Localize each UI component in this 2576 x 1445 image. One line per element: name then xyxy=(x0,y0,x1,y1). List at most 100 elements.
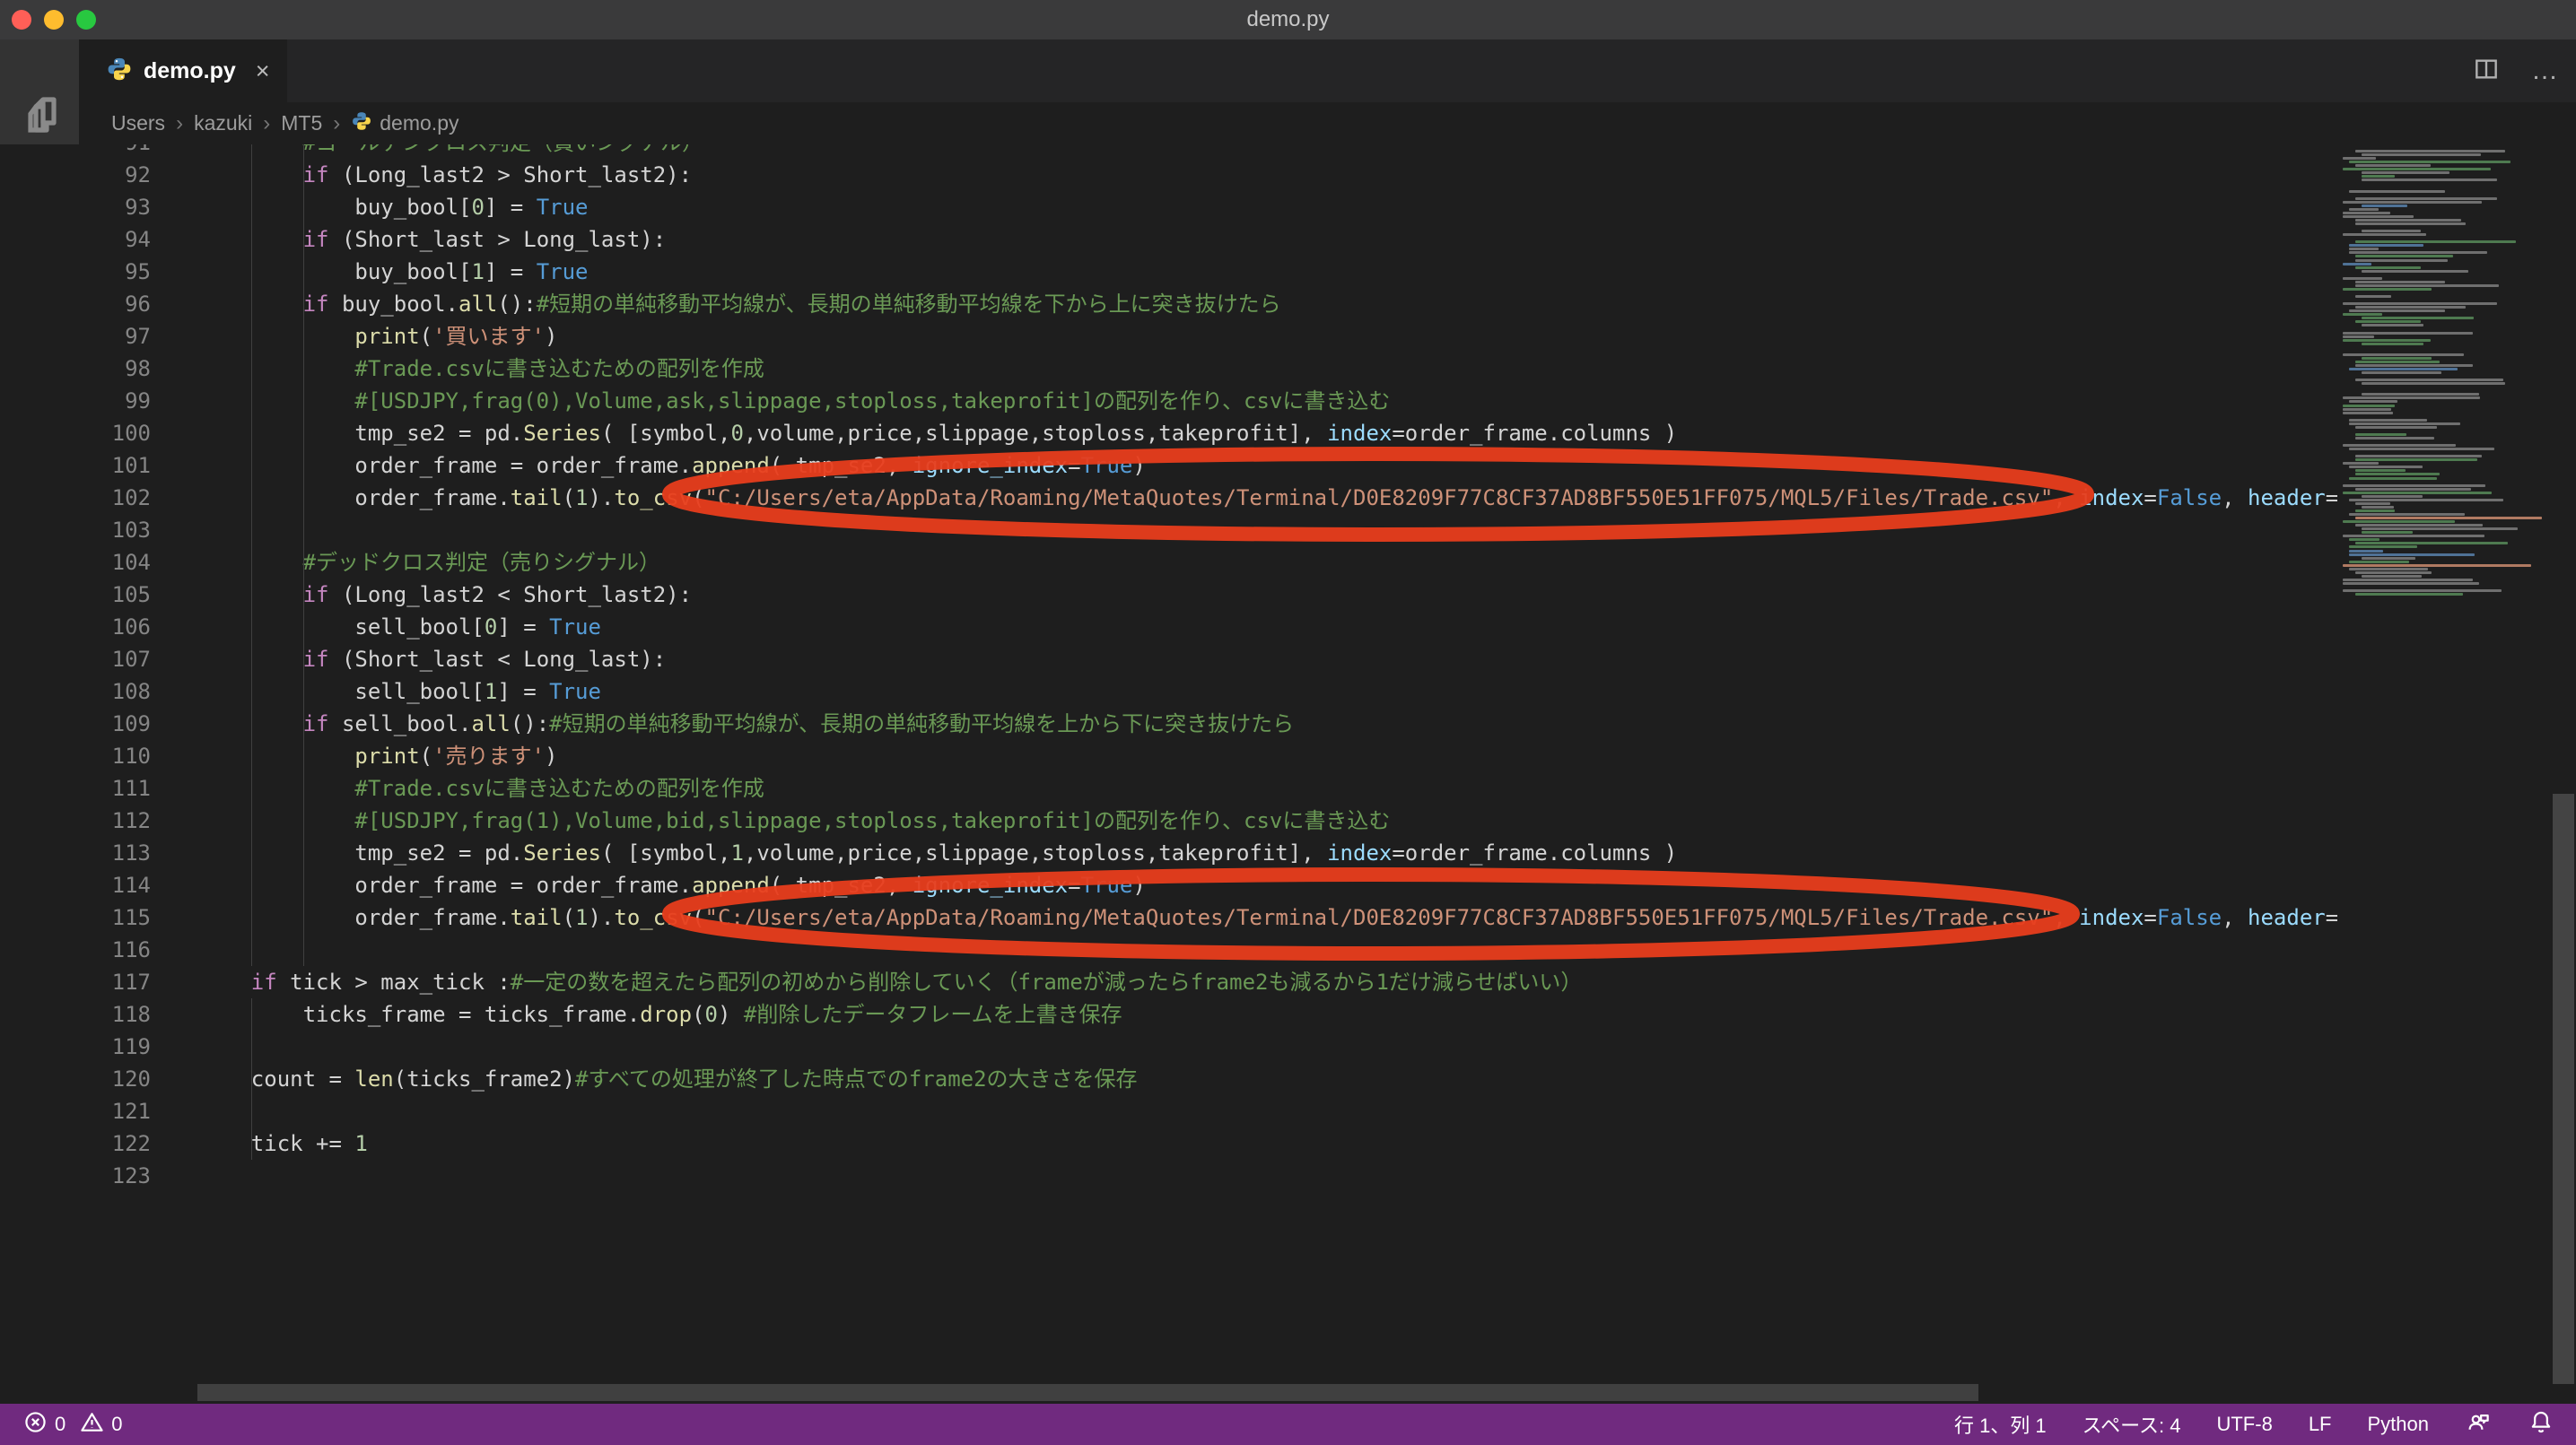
line-number[interactable]: 118 xyxy=(0,998,179,1031)
line-number[interactable]: 91 xyxy=(0,144,179,159)
eol-sequence[interactable]: LF xyxy=(2309,1413,2332,1436)
line-number[interactable]: 93 xyxy=(0,191,179,223)
code-line[interactable]: 96 if buy_bool.all():#短期の単純移動平均線が、長期の単純移… xyxy=(0,288,2337,320)
code-line[interactable]: 112 #[USDJPY,frag(1),Volume,bid,slippage… xyxy=(0,805,2337,837)
code-line[interactable]: 94 if (Short_last > Long_last): xyxy=(0,223,2337,256)
notifications-bell-icon[interactable] xyxy=(2528,1408,2554,1441)
horizontal-scrollbar[interactable] xyxy=(197,1384,1978,1401)
code-line[interactable]: 108 sell_bool[1] = True xyxy=(0,675,2337,708)
minimap[interactable] xyxy=(2337,144,2553,1404)
minimap-line xyxy=(2355,458,2477,461)
breadcrumb-users[interactable]: Users xyxy=(111,111,165,135)
problems-indicator[interactable]: 0 0 xyxy=(23,1410,123,1440)
code-line[interactable]: 103 xyxy=(0,514,2337,546)
split-editor-icon[interactable] xyxy=(2472,55,2501,88)
code-line[interactable]: 99 #[USDJPY,frag(0),Volume,ask,slippage,… xyxy=(0,385,2337,417)
breadcrumb-mt5[interactable]: MT5 xyxy=(281,111,322,135)
code-text: #Trade.csvに書き込むための配列を作成 xyxy=(199,772,764,805)
code-line[interactable]: 104 #デッドクロス判定（売りシグナル） xyxy=(0,546,2337,579)
code-line[interactable]: 107 if (Short_last < Long_last): xyxy=(0,643,2337,675)
code-line[interactable]: 102 order_frame.tail(1).to_csv("C:/Users… xyxy=(0,482,2337,514)
line-number[interactable]: 115 xyxy=(0,901,179,934)
line-number[interactable]: 103 xyxy=(0,514,179,546)
code-line[interactable]: 118 ticks_frame = ticks_frame.drop(0) #削… xyxy=(0,998,2337,1031)
minimap-line xyxy=(2355,524,2483,527)
code-line[interactable]: 106 sell_bool[0] = True xyxy=(0,611,2337,643)
code-editor[interactable]: 91 #ゴールデンクロス判定（買いシグナル）92 if (Long_last2 … xyxy=(0,144,2337,1404)
minimap-line xyxy=(2349,244,2423,247)
code-text: order_frame = order_frame.append( tmp_se… xyxy=(199,449,1146,482)
line-number[interactable]: 106 xyxy=(0,611,179,643)
line-number[interactable]: 104 xyxy=(0,546,179,579)
line-number[interactable]: 116 xyxy=(0,934,179,966)
more-actions-icon[interactable]: … xyxy=(2531,56,2560,86)
minimap-line xyxy=(2343,313,2382,316)
line-number[interactable]: 99 xyxy=(0,385,179,417)
line-number[interactable]: 122 xyxy=(0,1127,179,1160)
line-number[interactable]: 101 xyxy=(0,449,179,482)
warning-icon xyxy=(80,1410,104,1440)
code-line[interactable]: 109 if sell_bool.all():#短期の単純移動平均線が、長期の単… xyxy=(0,708,2337,740)
line-number[interactable]: 119 xyxy=(0,1031,179,1063)
code-line[interactable]: 121 xyxy=(0,1095,2337,1127)
indentation[interactable]: スペース: 4 xyxy=(2083,1410,2181,1439)
cursor-position[interactable]: 行 1、列 1 xyxy=(1954,1410,2047,1439)
code-line[interactable]: 122 tick += 1 xyxy=(0,1127,2337,1160)
line-number[interactable]: 96 xyxy=(0,288,179,320)
code-line[interactable]: 120 count = len(ticks_frame2)#すべての処理が終了し… xyxy=(0,1063,2337,1095)
line-number[interactable]: 117 xyxy=(0,966,179,998)
line-number[interactable]: 107 xyxy=(0,643,179,675)
line-number[interactable]: 95 xyxy=(0,256,179,288)
code-line[interactable]: 97 print('買います') xyxy=(0,320,2337,353)
line-number[interactable]: 120 xyxy=(0,1063,179,1095)
tab-close-icon[interactable]: × xyxy=(256,57,270,85)
indent-guide xyxy=(251,998,252,1031)
code-line[interactable]: 100 tmp_se2 = pd.Series( [symbol,0,volum… xyxy=(0,417,2337,449)
indent-guide xyxy=(303,546,304,579)
indent-guide xyxy=(303,159,304,191)
line-number[interactable]: 114 xyxy=(0,869,179,901)
code-text: tick += 1 xyxy=(199,1127,368,1160)
feedback-icon[interactable] xyxy=(2465,1408,2492,1441)
line-number[interactable]: 113 xyxy=(0,837,179,869)
line-number[interactable]: 97 xyxy=(0,320,179,353)
tab-demo-py[interactable]: demo.py × xyxy=(79,39,287,102)
line-number[interactable]: 102 xyxy=(0,482,179,514)
encoding[interactable]: UTF-8 xyxy=(2216,1413,2272,1436)
breadcrumb-file[interactable]: demo.py xyxy=(380,111,458,135)
code-line[interactable]: 93 buy_bool[0] = True xyxy=(0,191,2337,223)
code-line[interactable]: 92 if (Long_last2 > Short_last2): xyxy=(0,159,2337,191)
code-line[interactable]: 98 #Trade.csvに書き込むための配列を作成 xyxy=(0,353,2337,385)
code-line[interactable]: 111 #Trade.csvに書き込むための配列を作成 xyxy=(0,772,2337,805)
code-line[interactable]: 115 order_frame.tail(1).to_csv("C:/Users… xyxy=(0,901,2337,934)
line-number[interactable]: 100 xyxy=(0,417,179,449)
line-number[interactable]: 105 xyxy=(0,579,179,611)
line-number[interactable]: 108 xyxy=(0,675,179,708)
code-line[interactable]: 114 order_frame = order_frame.append( tm… xyxy=(0,869,2337,901)
code-line[interactable]: 101 order_frame = order_frame.append( tm… xyxy=(0,449,2337,482)
vscode-window: demo.py 1 demo.py xyxy=(0,0,2576,1445)
line-number[interactable]: 94 xyxy=(0,223,179,256)
line-number[interactable]: 111 xyxy=(0,772,179,805)
line-number[interactable]: 112 xyxy=(0,805,179,837)
code-line[interactable]: 110 print('売ります') xyxy=(0,740,2337,772)
minimap-line xyxy=(2343,288,2432,291)
indent-guide xyxy=(251,191,252,223)
line-number[interactable]: 109 xyxy=(0,708,179,740)
code-line[interactable]: 95 buy_bool[1] = True xyxy=(0,256,2337,288)
code-line[interactable]: 117 if tick > max_tick :#一定の数を超えたら配列の初めか… xyxy=(0,966,2337,998)
line-number[interactable]: 121 xyxy=(0,1095,179,1127)
language-mode[interactable]: Python xyxy=(2368,1413,2430,1436)
line-number[interactable]: 123 xyxy=(0,1160,179,1192)
line-number[interactable]: 98 xyxy=(0,353,179,385)
breadcrumb-kazuki[interactable]: kazuki xyxy=(194,111,252,135)
code-line[interactable]: 105 if (Long_last2 < Short_last2): xyxy=(0,579,2337,611)
code-line[interactable]: 116 xyxy=(0,934,2337,966)
code-line[interactable]: 123 xyxy=(0,1160,2337,1192)
code-line[interactable]: 119 xyxy=(0,1031,2337,1063)
code-line[interactable]: 113 tmp_se2 = pd.Series( [symbol,1,volum… xyxy=(0,837,2337,869)
line-number[interactable]: 110 xyxy=(0,740,179,772)
code-line[interactable]: 91 #ゴールデンクロス判定（買いシグナル） xyxy=(0,144,2337,159)
line-number[interactable]: 92 xyxy=(0,159,179,191)
vertical-scrollbar[interactable] xyxy=(2553,794,2574,1384)
